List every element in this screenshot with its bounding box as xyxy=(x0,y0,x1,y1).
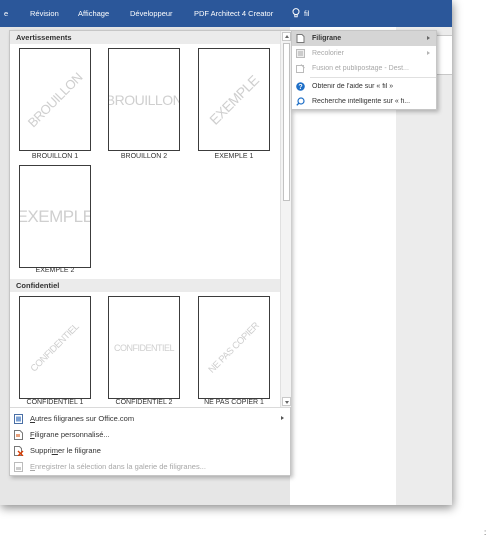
ribbon-tab-bar: e Révision Affichage Développeur PDF Arc… xyxy=(0,0,452,27)
watermark-thumb-confidentiel-1[interactable]: CONFIDENTIEL xyxy=(19,296,91,399)
watermark-thumb-confidentiel-2[interactable]: CONFIDENTIEL xyxy=(108,296,180,399)
chevron-down-icon xyxy=(285,401,289,404)
menu-more-watermarks-office[interactable]: Autres filigranes sur Office.com xyxy=(10,411,290,426)
save-selection-icon xyxy=(14,461,23,472)
svg-text:?: ? xyxy=(298,84,302,91)
tell-me-search[interactable]: fil xyxy=(292,8,309,18)
watermark-preview-text: CONFIDENTIEL xyxy=(113,342,175,353)
gallery-divider xyxy=(10,407,290,408)
watermark-thumb-brouillon-1[interactable]: BROUILLON xyxy=(19,48,91,151)
search-result-filigrane[interactable]: Filigrane xyxy=(292,31,436,46)
chevron-right-icon xyxy=(427,36,430,40)
recolor-icon xyxy=(296,49,305,58)
result-label: Recherche intelligente sur « fi... xyxy=(312,98,411,105)
mail-merge-icon xyxy=(296,64,305,73)
menu-label: Filigrane personnalisé... xyxy=(30,430,110,439)
result-label: Filigrane xyxy=(312,35,342,42)
section-header-confidentiel: Confidentiel xyxy=(10,279,280,292)
watermark-preview-text: BROUILLON xyxy=(24,69,86,130)
watermark-preview-text: EXEMPLE xyxy=(206,71,262,128)
result-label: Fusion et publipostage - Dest... xyxy=(312,65,409,72)
watermark-preview-text: CONFIDENTIEL xyxy=(28,321,82,374)
tab-affichage[interactable]: Affichage xyxy=(78,9,109,18)
result-label: Obtenir de l'aide sur « fil » xyxy=(312,83,394,90)
scroll-down-button[interactable] xyxy=(282,397,291,406)
search-result-recolorier: Recolorier xyxy=(292,46,436,61)
watermark-preview-text: BROUILLON xyxy=(108,91,180,108)
watermark-thumb-exemple-1[interactable]: EXEMPLE xyxy=(198,48,270,151)
menu-save-selection: Enregistrer la sélection dans la galerie… xyxy=(10,459,290,474)
scroll-thumb[interactable] xyxy=(283,43,290,201)
thumb-label: EXEMPLE 1 xyxy=(214,153,254,160)
search-result-fusion: Fusion et publipostage - Dest... xyxy=(292,61,436,76)
gallery-scrollbar[interactable] xyxy=(280,31,291,407)
thumb-label: CONFIDENTIEL 2 xyxy=(115,399,173,406)
thumb-label: BROUILLON 2 xyxy=(120,153,168,160)
watermark-preview-text: EXEMPLE xyxy=(19,206,91,226)
watermark-preview-text: NE PAS COPIER xyxy=(206,320,262,375)
result-label: Recolorier xyxy=(312,50,344,57)
thumb-label: NE PAS COPIER 1 xyxy=(204,399,264,406)
tab-revision[interactable]: Révision xyxy=(30,9,59,18)
search-input[interactable]: fil xyxy=(304,9,309,18)
screenshot-stage: { "ribbon": { "tabs": [ {"label": "e"}, … xyxy=(0,0,489,539)
custom-watermark-icon xyxy=(14,429,23,440)
tab-pdf-architect[interactable]: PDF Architect 4 Creator xyxy=(194,9,273,18)
results-divider xyxy=(310,77,436,78)
watermark-thumb-ne-pas-copier-1[interactable]: NE PAS COPIER xyxy=(198,296,270,399)
chevron-up-icon xyxy=(285,35,289,38)
chevron-right-icon xyxy=(427,51,430,55)
thumb-label: BROUILLON 1 xyxy=(31,153,79,160)
chevron-right-icon xyxy=(281,416,284,420)
menu-remove-watermark[interactable]: Supprimer le filigrane xyxy=(10,443,290,458)
corner-artifact: : xyxy=(484,528,487,537)
smart-lookup-icon xyxy=(296,97,305,106)
watermark-thumb-exemple-2[interactable]: EXEMPLE xyxy=(19,165,91,268)
office-icon xyxy=(14,413,23,424)
lightbulb-icon xyxy=(292,8,300,18)
thumb-label: EXEMPLE 2 xyxy=(35,267,75,274)
menu-label: Enregistrer la sélection dans la galerie… xyxy=(30,462,206,471)
tab-developpeur[interactable]: Développeur xyxy=(130,9,173,18)
watermark-thumb-brouillon-2[interactable]: BROUILLON xyxy=(108,48,180,151)
scroll-up-button[interactable] xyxy=(282,32,291,41)
tab-truncated[interactable]: e xyxy=(4,9,8,18)
menu-custom-watermark[interactable]: Filigrane personnalisé... xyxy=(10,427,290,442)
menu-label: Autres filigranes sur Office.com xyxy=(30,414,135,423)
thumb-label: CONFIDENTIEL 1 xyxy=(26,399,84,406)
section-header-avertissements: Avertissements xyxy=(10,31,280,44)
watermark-icon xyxy=(296,34,305,43)
watermark-gallery: Avertissements BROUILLON BROUILLON 1 BRO… xyxy=(9,30,291,476)
search-result-help[interactable]: ? Obtenir de l'aide sur « fil » xyxy=(292,79,436,94)
remove-watermark-icon xyxy=(14,445,24,456)
search-result-smart-lookup[interactable]: Recherche intelligente sur « fi... xyxy=(292,94,436,109)
search-results-dropdown: Filigrane Recolorier Fusion et publipost… xyxy=(291,30,437,110)
menu-label: Supprimer le filigrane xyxy=(30,446,101,455)
help-icon: ? xyxy=(296,82,305,91)
